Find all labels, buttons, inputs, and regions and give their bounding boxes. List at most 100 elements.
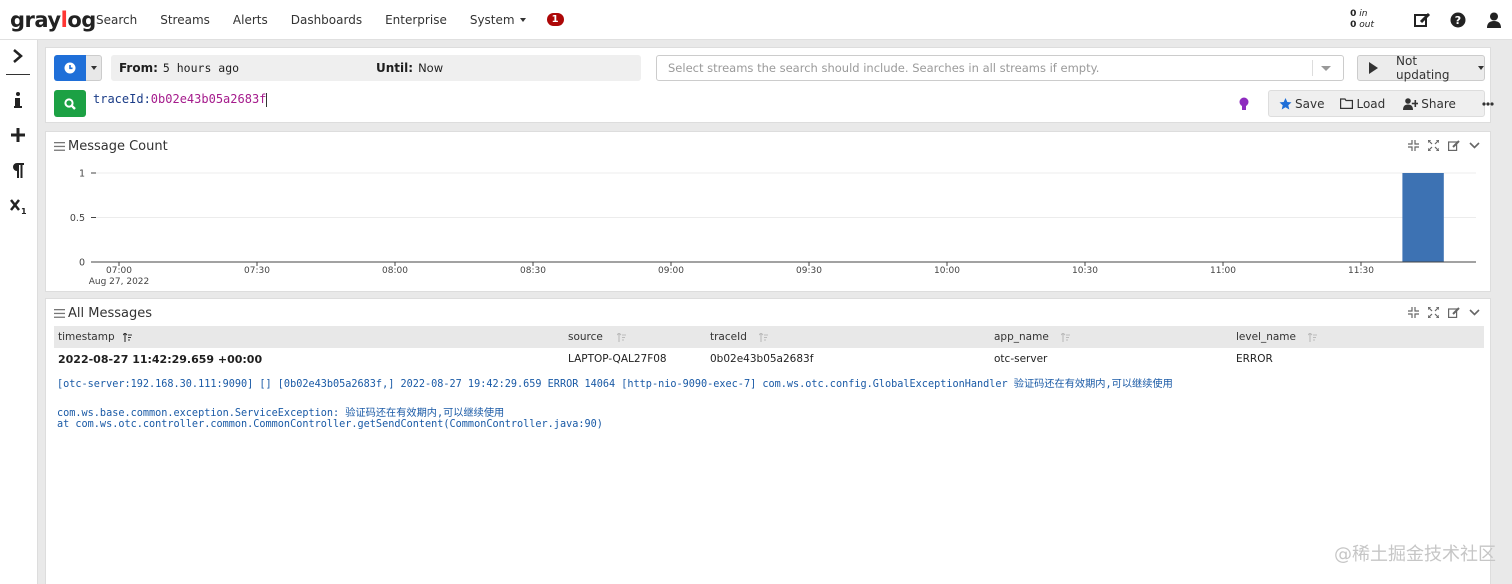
throughput-in-label: in xyxy=(1359,9,1368,19)
search-actions: Save Load Share xyxy=(1268,90,1494,117)
text-cursor xyxy=(266,92,268,107)
nav-search[interactable]: Search xyxy=(96,13,137,27)
y-tick-label: 0.5 xyxy=(70,213,85,224)
column-header-source[interactable]: source xyxy=(568,331,626,343)
cell-traceid: 0b02e43b05a2683f xyxy=(710,353,814,365)
svg-text:?: ? xyxy=(1455,14,1461,27)
x-tick-label: 09:00 xyxy=(658,266,684,276)
x-tick-label: 09:30 xyxy=(796,266,822,276)
caret-down-icon xyxy=(519,17,526,22)
x-tick-label: 08:00 xyxy=(382,266,408,276)
from-label: From: xyxy=(119,61,158,75)
histogram-bar[interactable] xyxy=(1402,173,1444,262)
sort-icon[interactable] xyxy=(122,332,132,342)
folder-icon xyxy=(1340,98,1354,109)
x-axis-date-label: Aug 27, 2022 xyxy=(89,277,150,287)
share-label: Share xyxy=(1421,96,1456,111)
x-tick-label: 10:00 xyxy=(934,266,960,276)
all-messages-widget: All Messages timestamp source traceId ap… xyxy=(45,298,1491,584)
column-header-traceid[interactable]: traceId xyxy=(710,331,768,343)
message-count-chart: 0 0.5 1 07:00 07:30 08:00 08:30 09:00 09:30 10:0… xyxy=(70,169,1476,287)
drag-handle-icon[interactable] xyxy=(54,309,65,318)
nav-enterprise[interactable]: Enterprise xyxy=(385,13,447,27)
search-bar-panel: From: 5 hours ago Until: Now Select stream… xyxy=(45,47,1494,123)
search-query-input[interactable]: traceId:0b02e43b05a2683f xyxy=(93,90,268,108)
more-actions-button[interactable] xyxy=(1482,101,1497,106)
info-icon[interactable] xyxy=(8,90,28,110)
chevron-down-icon[interactable] xyxy=(1469,309,1480,316)
column-label: level_name xyxy=(1236,331,1296,343)
nav-system-label: System xyxy=(469,12,515,27)
y-tick-label: 1 xyxy=(79,169,85,180)
left-sidebar: 1 xyxy=(0,40,38,584)
chevron-down-icon xyxy=(1321,66,1331,71)
sort-icon[interactable] xyxy=(1308,332,1317,342)
load-button[interactable]: Load xyxy=(1340,97,1385,111)
search-button[interactable] xyxy=(54,90,86,117)
save-label: Save xyxy=(1295,96,1325,111)
edit-widget-icon[interactable] xyxy=(1448,307,1460,318)
column-header-timestamp[interactable]: timestamp xyxy=(58,331,132,343)
user-icon[interactable] xyxy=(1484,10,1504,30)
x-tick-label: 10:30 xyxy=(1072,266,1098,276)
y-tick-label: 0 xyxy=(79,258,85,269)
column-label: source xyxy=(568,331,603,343)
search-icon xyxy=(64,97,76,110)
plus-icon[interactable] xyxy=(8,125,28,145)
throughput-out-value: 0 xyxy=(1350,20,1357,30)
paragraph-icon[interactable] xyxy=(8,160,28,180)
sidebar-divider xyxy=(6,74,30,75)
throughput-indicator[interactable]: 0 in 0 out xyxy=(1350,9,1374,31)
sort-icon[interactable] xyxy=(1060,332,1070,342)
message-line: com.ws.base.common.exception.ServiceExce… xyxy=(57,408,505,419)
select-separator xyxy=(1312,60,1313,76)
ellipsis-icon xyxy=(1482,101,1494,106)
x-tick-label: 07:00 xyxy=(106,266,132,276)
nav-alerts[interactable]: Alerts xyxy=(233,13,268,27)
until-value: Now xyxy=(418,61,444,75)
message-line: at com.ws.otc.controller.common.CommonCo… xyxy=(57,419,603,430)
save-button[interactable]: Save xyxy=(1279,97,1324,111)
graylog-logo[interactable]: graylog xyxy=(10,8,96,32)
until-label: Until: xyxy=(376,61,414,75)
watermark: @稀土掘金技术社区 xyxy=(1334,544,1496,565)
help-icon[interactable]: ? xyxy=(1448,10,1468,30)
refresh-interval-button[interactable]: Not updating xyxy=(1357,54,1485,82)
expand-icon[interactable] xyxy=(1428,307,1439,318)
subscript-icon[interactable]: 1 xyxy=(8,196,28,216)
cell-source: LAPTOP-QAL27F08 xyxy=(568,353,667,365)
messages-table-header: timestamp source traceId app_name level_… xyxy=(54,326,1484,348)
time-range-display[interactable]: From: 5 hours ago Until: Now xyxy=(111,55,641,81)
nav-dashboards[interactable]: Dashboards xyxy=(291,13,362,27)
x-tick-label: 11:30 xyxy=(1348,266,1374,276)
play-icon xyxy=(1369,62,1378,74)
nav-right: 0 in 0 out ? xyxy=(1350,0,1504,40)
column-label: app_name xyxy=(994,331,1049,343)
column-header-level-name[interactable]: level_name xyxy=(1236,331,1317,343)
lightbulb-icon[interactable] xyxy=(1238,96,1250,112)
query-key: traceId: xyxy=(93,92,151,106)
column-header-app-name[interactable]: app_name xyxy=(994,331,1070,343)
nav-system[interactable]: System xyxy=(470,13,526,27)
table-row[interactable]: 2022-08-27 11:42:29.659 +00:00 LAPTOP-QA… xyxy=(54,353,1484,369)
streams-select[interactable]: Select streams the search should include… xyxy=(656,55,1344,81)
sort-icon[interactable] xyxy=(758,332,768,342)
query-value: 0b02e43b05a2683f xyxy=(150,92,267,106)
time-range-type-dropdown[interactable] xyxy=(86,55,102,81)
notification-badge[interactable]: 1 xyxy=(546,13,564,26)
widget-title[interactable]: All Messages xyxy=(68,306,152,321)
from-value: 5 hours ago xyxy=(162,61,240,75)
share-button[interactable]: Share xyxy=(1403,97,1456,111)
cell-timestamp: 2022-08-27 11:42:29.659 +00:00 xyxy=(58,353,263,366)
chevron-right-icon[interactable] xyxy=(8,46,28,66)
time-range-button[interactable] xyxy=(54,55,86,81)
compress-icon[interactable] xyxy=(1408,307,1419,318)
user-plus-icon xyxy=(1403,97,1419,110)
caret-down-icon xyxy=(90,66,97,70)
caret-down-icon xyxy=(1478,66,1484,70)
x-tick-label: 08:30 xyxy=(520,266,546,276)
sort-icon[interactable] xyxy=(616,332,626,342)
edit-icon[interactable] xyxy=(1412,10,1432,30)
nav-streams[interactable]: Streams xyxy=(160,13,210,27)
svg-text:1: 1 xyxy=(21,207,27,214)
